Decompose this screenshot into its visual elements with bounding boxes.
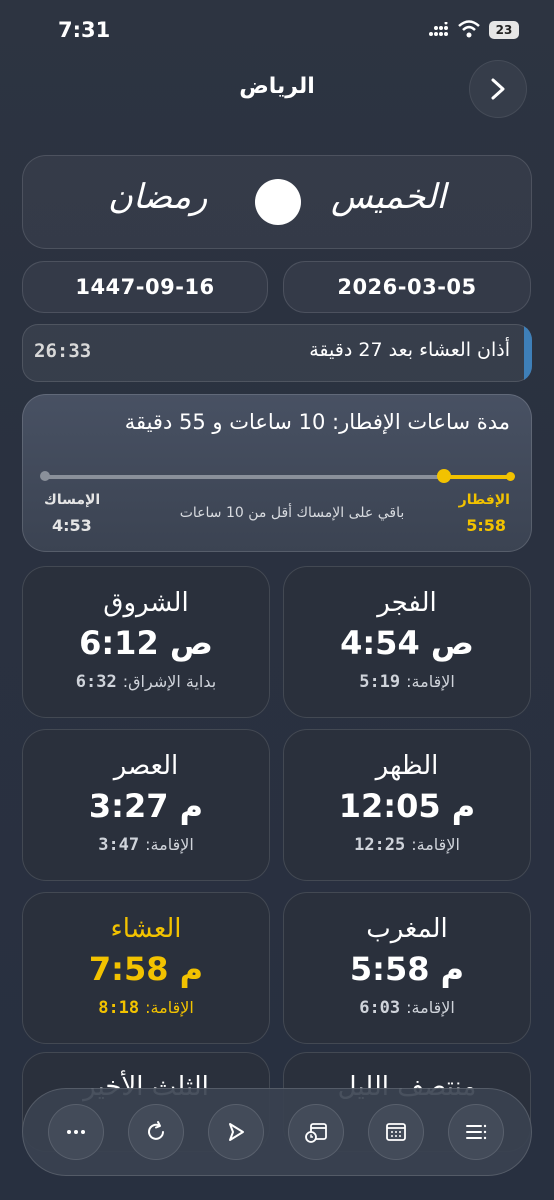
prayer-time: 12:05 م [338, 787, 476, 825]
prayer-card-maghrib[interactable]: المغرب 5:58 م الإقامة: 6:03 [283, 892, 531, 1044]
prayer-time: 6:12 ص [79, 624, 213, 662]
iftar-time: 5:58 [466, 516, 506, 535]
iqama-time: 3:47 [98, 835, 140, 855]
prayer-card-fajr[interactable]: الفجر 4:54 ص الإقامة: 5:19 [283, 566, 531, 718]
progress-start-dot [40, 471, 50, 481]
ishraq-label: بداية الإشراق: [122, 672, 217, 691]
iqama-time: 5:19 [359, 672, 401, 692]
prayer-card-sunrise[interactable]: الشروق 6:12 ص بداية الإشراق: 6:32 [22, 566, 270, 718]
hijri-date[interactable]: 1447-09-16 [22, 261, 268, 313]
prayer-name: العصر [113, 751, 179, 781]
progress-end-dot [506, 472, 515, 481]
day-calligraphy: الخميس [330, 177, 446, 217]
status-bar: 7:31 23 [0, 0, 554, 60]
fasting-title: مدة ساعات الإفطار: 10 ساعات و 55 دقيقة [124, 410, 510, 434]
calendar-icon [386, 1123, 406, 1141]
menu-button[interactable] [448, 1104, 504, 1160]
refresh-icon [148, 1121, 164, 1140]
prayer-name: الفجر [377, 588, 437, 618]
next-prayer-label: أذان العشاء بعد 27 دقيقة [309, 339, 510, 361]
progress-knob [437, 469, 452, 483]
countdown-timer: 26:33 [34, 340, 92, 362]
prayer-name: الشروق [103, 588, 189, 618]
iftar-label: الإفطار [458, 492, 510, 508]
iqama-row: الإقامة: 5:19 [283, 672, 531, 692]
iqama-row: الإقامة: 3:47 [22, 835, 270, 855]
chevron-right-icon [491, 78, 505, 100]
prayer-card-isha[interactable]: العشاء 7:58 م الإقامة: 8:18 [22, 892, 270, 1044]
prayer-card-dhuhr[interactable]: الظهر 12:05 م الإقامة: 12:25 [283, 729, 531, 881]
qibla-button[interactable] [208, 1104, 264, 1160]
iqama-label: الإقامة: [411, 835, 460, 854]
status-time: 7:31 [58, 18, 111, 42]
prayer-name: العشاء [110, 914, 182, 944]
gregorian-date[interactable]: 2026-03-05 [283, 261, 531, 313]
iqama-label: الإقامة: [145, 998, 194, 1017]
hijri-header-card: الخميس رمضان [22, 155, 532, 249]
prayer-name: الظهر [375, 751, 439, 781]
iqama-row: الإقامة: 8:18 [22, 998, 270, 1018]
menu-lines-icon [466, 1124, 487, 1140]
prayer-time: 3:27 م [88, 787, 204, 825]
ishraq-time: 6:32 [75, 672, 117, 692]
cellular-signal-icon [429, 22, 448, 36]
compass-icon [229, 1123, 244, 1141]
iqama-row: الإقامة: 12:25 [283, 835, 531, 855]
back-button[interactable] [469, 60, 527, 118]
imsak-label: الإمساك [44, 492, 101, 508]
refresh-button[interactable] [128, 1104, 184, 1160]
prayer-name: المغرب [366, 914, 448, 944]
accent-bar [524, 324, 532, 382]
more-icon [67, 1130, 85, 1134]
calendar-clock-icon [305, 1123, 327, 1143]
prayer-card-asr[interactable]: العصر 3:27 م الإقامة: 3:47 [22, 729, 270, 881]
battery-icon: 23 [489, 21, 519, 39]
more-button[interactable] [48, 1104, 104, 1160]
fasting-progress-fill [444, 475, 509, 479]
iqama-time: 12:25 [354, 835, 406, 855]
prayer-time: 5:58 م [349, 950, 465, 988]
iqama-time: 8:18 [98, 998, 140, 1018]
moon-phase-icon [255, 179, 301, 225]
imsak-time: 4:53 [52, 516, 92, 535]
bottom-toolbar [22, 1088, 532, 1176]
iqama-time: 6:03 [359, 998, 401, 1018]
iqama-label: الإقامة: [145, 835, 194, 854]
iqama-row: الإقامة: 6:03 [283, 998, 531, 1018]
remaining-text: باقي على الإمساك أقل من 10 ساعات [179, 505, 405, 521]
wifi-icon [458, 20, 480, 38]
schedule-button[interactable] [288, 1104, 344, 1160]
ishraq-row: بداية الإشراق: 6:32 [22, 672, 270, 692]
prayer-time: 7:58 م [88, 950, 204, 988]
iqama-label: الإقامة: [406, 998, 455, 1017]
prayer-time: 4:54 ص [340, 624, 474, 662]
iqama-label: الإقامة: [406, 672, 455, 691]
fasting-duration-card: مدة ساعات الإفطار: 10 ساعات و 55 دقيقة ا… [22, 394, 532, 552]
next-prayer-banner: أذان العشاء بعد 27 دقيقة 26:33 [22, 324, 532, 382]
calendar-button[interactable] [368, 1104, 424, 1160]
month-calligraphy: رمضان [108, 177, 208, 217]
